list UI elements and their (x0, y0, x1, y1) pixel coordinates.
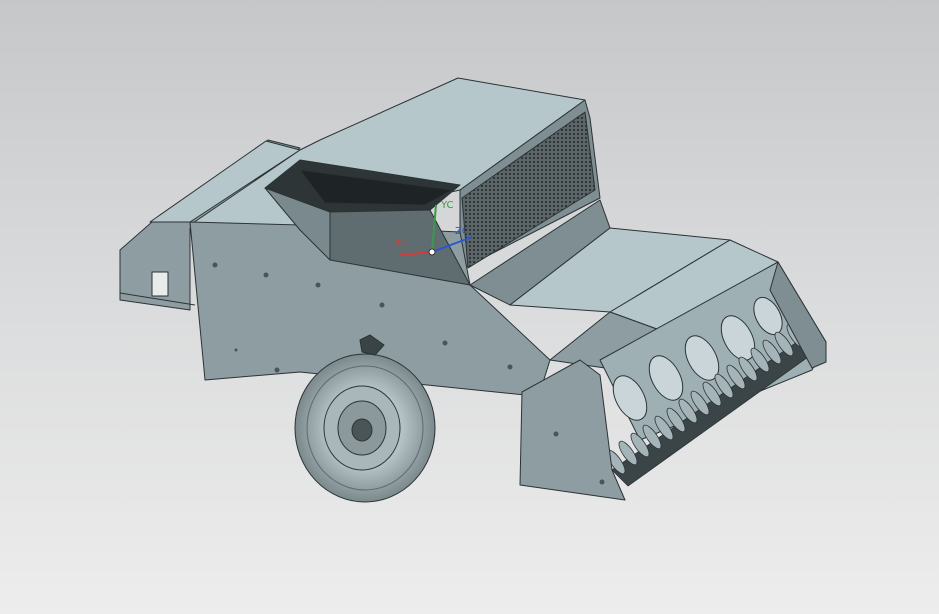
y-axis-label: YC (440, 200, 454, 211)
z-axis-label: ZC (455, 226, 469, 237)
cad-model-scene[interactable]: XC YC ZC (0, 0, 939, 614)
x-axis-label: XC (394, 238, 407, 249)
cad-viewport[interactable]: XC YC ZC (0, 0, 939, 614)
